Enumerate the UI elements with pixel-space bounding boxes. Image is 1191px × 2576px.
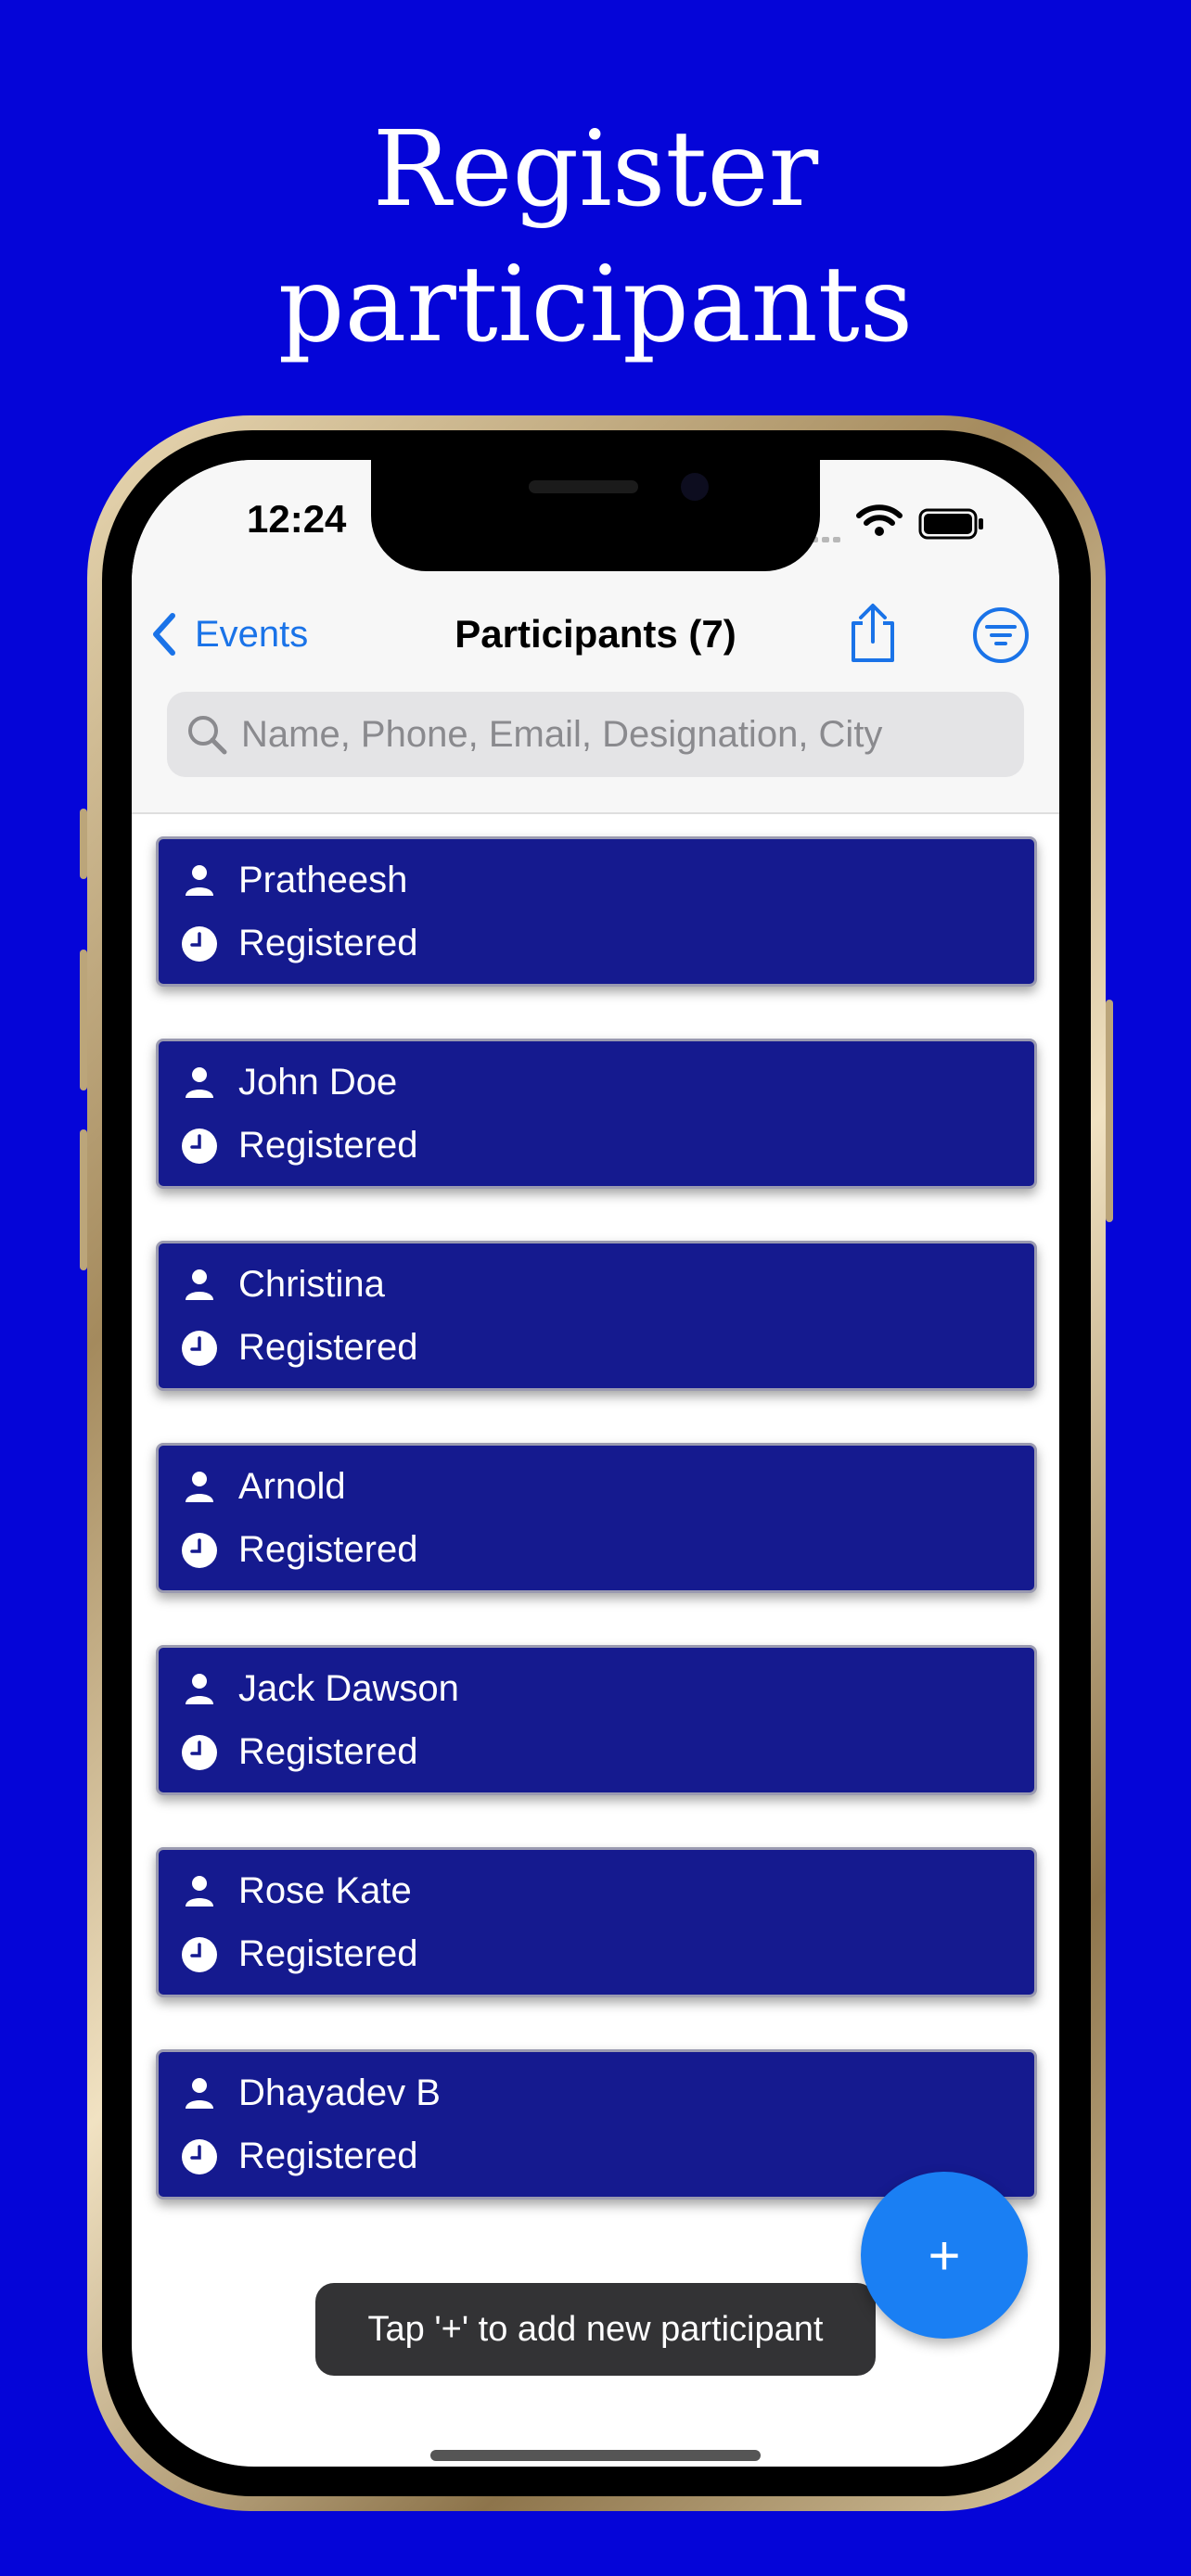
participant-status: Registered	[238, 1529, 418, 1570]
person-icon	[186, 1471, 213, 1502]
home-indicator[interactable]	[430, 2450, 761, 2461]
participant-status-row: Registered	[181, 1327, 417, 1369]
person-icon	[186, 864, 213, 896]
participant-status-row: Registered	[181, 1731, 417, 1773]
participant-name: John Doe	[238, 1062, 398, 1103]
mute-switch	[80, 809, 87, 879]
participant-status-row: Registered	[181, 1529, 417, 1571]
participant-name: Dhayadev B	[238, 2072, 441, 2113]
hint-toast: Tap '+' to add new participant	[315, 2283, 876, 2376]
participant-card[interactable]: Rose Kate Registered	[156, 1847, 1037, 1997]
participant-status-row: Registered	[181, 1933, 417, 1975]
search-bar[interactable]	[167, 692, 1024, 777]
clock-icon	[182, 1936, 217, 1972]
clock-icon	[182, 1330, 217, 1366]
participant-card[interactable]: Dhayadev B Registered	[156, 2049, 1037, 2200]
participant-list: Pratheesh Registered John Doe Registered…	[156, 836, 1037, 2251]
participant-card[interactable]: Pratheesh Registered	[156, 836, 1037, 987]
participant-name: Pratheesh	[238, 860, 408, 900]
participant-name-row: Christina	[181, 1264, 385, 1306]
person-icon	[186, 1066, 213, 1098]
add-participant-button[interactable]: +	[861, 2172, 1028, 2339]
participant-status: Registered	[238, 2136, 418, 2176]
volume-up-button	[80, 950, 87, 1090]
headline-line-1: Register	[372, 109, 819, 230]
participant-name-row: Rose Kate	[181, 1870, 412, 1912]
participant-card[interactable]: Arnold Registered	[156, 1443, 1037, 1593]
participant-name-row: Pratheesh	[181, 860, 407, 901]
participant-card[interactable]: Christina Registered	[156, 1241, 1037, 1391]
clock-icon	[182, 1532, 217, 1568]
page-title: Participants (7)	[455, 612, 736, 656]
filter-icon[interactable]	[970, 605, 1031, 666]
clock-icon	[182, 2138, 217, 2174]
participant-status: Registered	[238, 1731, 418, 1772]
battery-icon	[918, 508, 983, 540]
phone-screen: 12:24 Events Participants (7) Name, Phon…	[132, 460, 1059, 2467]
participant-status: Registered	[238, 1327, 418, 1368]
participant-name-row: Arnold	[181, 1466, 346, 1508]
person-icon	[186, 1875, 213, 1906]
participant-status-row: Registered	[181, 1125, 417, 1167]
participant-card[interactable]: Jack Dawson Registered	[156, 1645, 1037, 1795]
share-icon[interactable]	[840, 601, 905, 666]
participant-card[interactable]: John Doe Registered	[156, 1039, 1037, 1189]
clock-icon	[182, 925, 217, 962]
participant-status-row: Registered	[181, 2136, 417, 2177]
participant-name-row: John Doe	[181, 1062, 397, 1103]
plus-icon: +	[928, 2224, 961, 2287]
participant-status-row: Registered	[181, 923, 417, 964]
participant-name-row: Dhayadev B	[181, 2072, 441, 2114]
person-icon	[186, 1269, 213, 1300]
status-time: 12:24	[247, 497, 347, 541]
participant-status: Registered	[238, 923, 418, 963]
person-icon	[186, 1673, 213, 1704]
participant-name: Christina	[238, 1264, 385, 1305]
clock-icon	[182, 1128, 217, 1164]
toast-text: Tap '+' to add new participant	[367, 2309, 824, 2349]
front-camera	[681, 473, 709, 501]
clock-icon	[182, 1734, 217, 1770]
wifi-icon	[856, 504, 903, 536]
participant-name-row: Jack Dawson	[181, 1668, 459, 1710]
notch	[371, 460, 820, 571]
participant-status: Registered	[238, 1933, 418, 1974]
power-button	[1106, 1000, 1113, 1222]
volume-down-button	[80, 1129, 87, 1270]
headline-line-2: participants	[277, 245, 914, 365]
speaker-grille	[529, 480, 638, 493]
participant-status: Registered	[238, 1125, 418, 1166]
promo-headline: Register participants	[0, 102, 1191, 373]
search-icon	[188, 716, 227, 755]
search-input[interactable]	[239, 712, 1004, 757]
participant-name: Jack Dawson	[238, 1668, 459, 1709]
person-icon	[186, 2077, 213, 2109]
participant-name: Arnold	[238, 1466, 346, 1507]
participant-name: Rose Kate	[238, 1870, 412, 1911]
